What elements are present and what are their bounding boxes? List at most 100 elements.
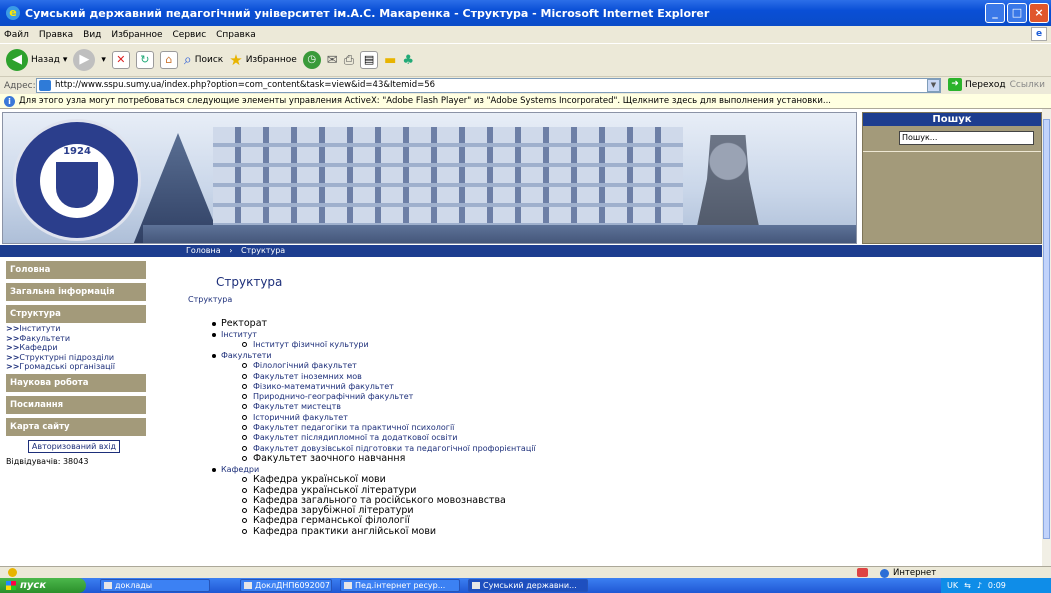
start-button[interactable]: пуск [0,578,86,593]
volume-icon[interactable]: ♪ [977,578,982,593]
faculty-link[interactable]: Факультет мистецтв [253,402,341,411]
breadcrumb-home[interactable]: Головна [186,246,221,255]
search-button[interactable]: ⌕ Поиск [184,52,223,68]
site-search-input[interactable]: Пошук... [899,131,1034,145]
back-button[interactable]: ◀ Назад ▾ [6,49,67,71]
vertical-scrollbar[interactable] [1042,109,1051,566]
departments-link[interactable]: Кафедри [221,465,259,474]
ie-icon: e [6,6,20,20]
sidebar-item-links[interactable]: Посилання [6,395,146,414]
edit-button[interactable]: ▤ [360,51,379,69]
institute-item-link[interactable]: Інститут фізичної культури [253,340,369,349]
menu-favorites[interactable]: Избранное [111,30,162,40]
department-sublist: Кафедра української мови Кафедра українс… [242,475,1028,537]
search-title: Пошук [863,113,1041,126]
structure-list: Ректорат Інститут Інститут фізичної куль… [212,318,1028,537]
toolbar: ◀ Назад ▾ ▶ ▾ ✕ ↻ ⌂ ⌕ Поиск ★ Избранное … [0,43,1051,76]
taskbar-item[interactable]: Пед.інтернет ресур... [340,579,460,592]
menu-help[interactable]: Справка [216,30,256,40]
submenu-institutes[interactable]: Інститути [6,324,146,334]
window-title: Сумський державний педагогічний універси… [25,6,710,20]
taskbar-item[interactable]: ДоклДНП6092007 - ... [240,579,332,592]
popup-blocker-icon[interactable] [857,568,868,577]
visitor-counter: Відвідувачів: 38043 [6,456,89,466]
back-arrow-icon: ◀ [6,49,28,71]
circle-bullet-icon [242,414,247,420]
list-item: Історичний факультет [242,413,1028,423]
links-button[interactable]: Ссылки [1010,80,1045,90]
login-button[interactable]: Авторизований вхід [28,439,120,453]
list-item: Кафедри Кафедра української мови Кафедра… [212,464,1028,537]
go-button[interactable]: ➜ Переход [948,78,1006,91]
faculty-link[interactable]: Фізико-математичний факультет [253,382,394,391]
breadcrumb-separator: › [229,246,233,255]
content-breadcrumb[interactable]: Структура [188,295,1028,304]
language-indicator[interactable]: UK [947,578,958,593]
submenu-units[interactable]: Структурні підрозділи [6,353,146,363]
maximize-button[interactable]: □ [1007,3,1027,23]
taskbar: пуск доклады ДоклДНП6092007 - ... Пед.ін… [0,578,1051,593]
circle-bullet-icon [242,528,247,534]
main-content: Структура Структура Ректорат Інститут Ін… [188,261,1028,537]
sidebar-item-home[interactable]: Головна [6,261,146,279]
menu-edit[interactable]: Правка [39,30,73,40]
address-input[interactable]: http://www.sspu.sumy.ua/index.php?option… [36,78,941,93]
mail-button[interactable]: ✉ [327,53,338,68]
messenger-icon[interactable]: ♣ [402,53,414,68]
system-tray: UK ⇆ ♪ 0:09 [941,578,1051,593]
rectorate-label: Ректорат [221,318,268,329]
submenu-faculties[interactable]: Факультети [6,334,146,344]
seal-year: 1924 [63,146,91,157]
forward-dropdown-icon[interactable]: ▾ [101,55,106,65]
title-bar[interactable]: e Сумський державний педагогічний універ… [0,0,1051,26]
sidebar-item-sitemap[interactable]: Карта сайту [6,417,146,436]
list-item: Факультет іноземних мов [242,372,1028,382]
refresh-button[interactable]: ↻ [135,51,154,69]
menu-tools[interactable]: Сервис [173,30,207,40]
folder-icon[interactable]: ▬ [384,53,396,68]
faculties-link[interactable]: Факультети [221,351,272,360]
forward-button[interactable]: ▶ [73,49,96,71]
taskbar-item[interactable]: доклады [100,579,210,592]
faculty-link[interactable]: Історичний факультет [253,413,348,422]
submenu-departments[interactable]: Кафедри [6,343,146,353]
close-button[interactable]: × [1029,3,1049,23]
web-page: 1924 Пошук Пошук... Головна › Структура … [0,109,1042,566]
sidebar-item-research[interactable]: Наукова робота [6,373,146,392]
breadcrumb-current: Структура [240,246,286,255]
menu-view[interactable]: Вид [83,30,101,40]
address-dropdown-icon[interactable]: ▼ [927,79,940,92]
scrollbar-thumb[interactable] [1043,119,1050,539]
history-button[interactable]: ◷ [302,51,321,69]
back-dropdown-icon[interactable]: ▾ [63,55,68,65]
warning-icon [8,568,17,577]
bullet-icon [212,332,216,337]
faculty-link[interactable]: Факультет іноземних мов [253,372,362,381]
faculty-link[interactable]: Факультет післядипломної та додаткової о… [253,433,457,442]
faculty-link[interactable]: Філологічний факультет [253,361,357,370]
institute-link[interactable]: Інститут [221,330,257,339]
faculty-link[interactable]: Факультет довузівської підготовки та пед… [253,444,536,453]
activex-infobar[interactable]: i Для этого узла могут потребоваться сле… [0,94,1051,109]
breadcrumb: Головна › Структура [0,245,1042,257]
search-label: Поиск [194,55,224,65]
submenu-organizations[interactable]: Громадські організації [6,362,146,372]
clock: 0:09 [987,581,1006,590]
sidebar-item-structure[interactable]: Структура [6,305,146,323]
faculty-link[interactable]: Факультет педагогіки та практичної психо… [253,423,454,432]
stop-button[interactable]: ✕ [111,51,130,69]
list-item: Факультет мистецтв [242,402,1028,412]
page-title: Структура [216,275,283,289]
taskbar-item-active[interactable]: Сумський державни... [468,579,588,592]
sidebar-item-general[interactable]: Загальна інформація [6,283,146,301]
network-icon[interactable]: ⇆ [964,578,971,593]
list-item: Факультет післядипломної та додаткової о… [242,433,1028,443]
faculty-link[interactable]: Природничо-географічний факультет [253,392,413,401]
list-item: Фізико-математичний факультет [242,382,1028,392]
minimize-button[interactable]: _ [985,3,1005,23]
home-button[interactable]: ⌂ [159,51,178,69]
faculty-text: Факультет заочного навчання [253,452,406,464]
menu-file[interactable]: Файл [4,30,29,40]
favorites-button[interactable]: ★ Избранное [229,51,297,69]
print-button[interactable]: ⎙ [344,53,354,68]
